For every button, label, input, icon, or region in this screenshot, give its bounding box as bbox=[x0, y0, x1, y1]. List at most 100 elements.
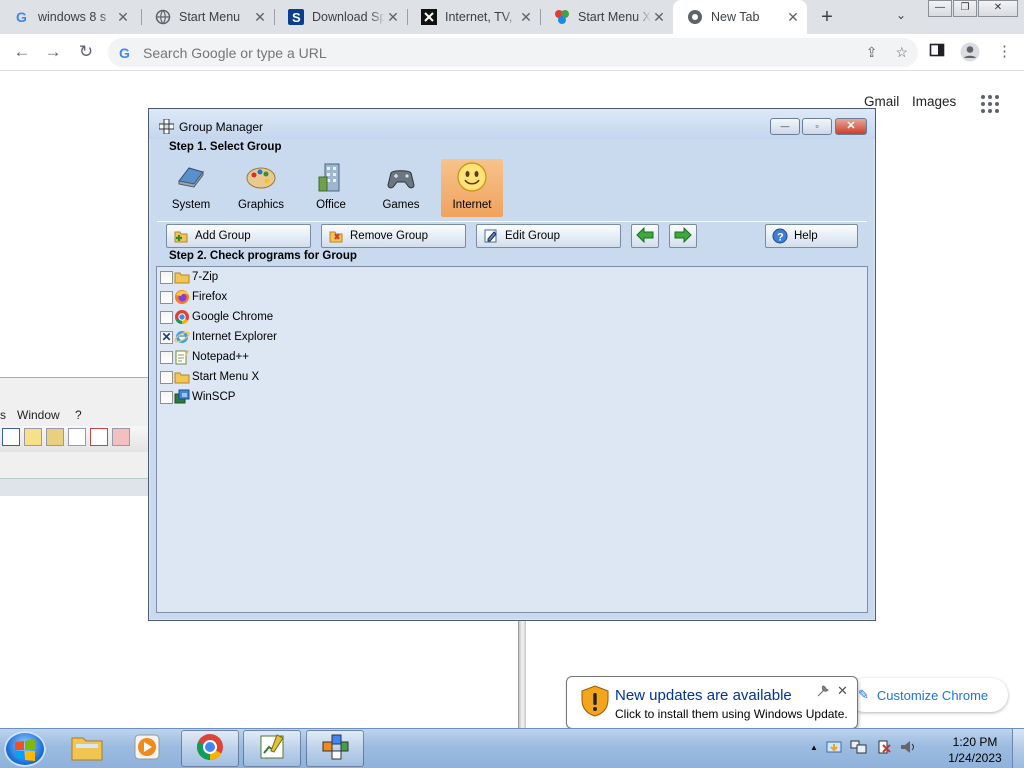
toolbar-icon[interactable] bbox=[90, 428, 108, 446]
help-icon: ? bbox=[772, 228, 788, 244]
close-tab-icon[interactable]: ✕ bbox=[518, 9, 534, 26]
omnibox-input[interactable] bbox=[143, 44, 843, 61]
images-link[interactable]: Images bbox=[912, 94, 956, 109]
group-internet[interactable]: Internet bbox=[441, 159, 503, 217]
tab-search-button[interactable]: ⌄ bbox=[896, 8, 906, 22]
remove-group-button[interactable]: Remove Group bbox=[321, 224, 466, 248]
program-name: WinSCP bbox=[192, 391, 236, 403]
program-name: Start Menu X bbox=[192, 371, 260, 383]
taskbar-group-manager[interactable] bbox=[306, 730, 364, 767]
close-tab-icon[interactable]: ✕ bbox=[651, 9, 667, 26]
checkbox-checked[interactable]: ✕ bbox=[160, 330, 173, 344]
show-hidden-icons-button[interactable]: ▲ bbox=[810, 743, 818, 758]
maximize-button[interactable]: ▫ bbox=[802, 118, 832, 135]
browser-close-button[interactable]: ✕ bbox=[978, 0, 1018, 17]
close-tab-icon[interactable]: ✕ bbox=[115, 9, 131, 26]
profile-avatar-icon[interactable] bbox=[960, 42, 980, 66]
bookmark-star-icon[interactable]: ☆ bbox=[895, 44, 908, 61]
back-arrow-icon[interactable]: ← bbox=[11, 41, 33, 63]
group-office[interactable]: Office bbox=[300, 159, 362, 217]
background-toolbar bbox=[0, 426, 150, 452]
program-list: 7-Zip Firefox Google Chrome ✕ Internet E… bbox=[156, 266, 868, 613]
volume-icon[interactable] bbox=[900, 739, 916, 758]
gmail-link[interactable]: Gmail bbox=[864, 94, 899, 109]
toolbar-icon[interactable] bbox=[46, 428, 64, 446]
checkbox[interactable] bbox=[160, 350, 173, 364]
checkbox[interactable] bbox=[160, 290, 173, 304]
close-tab-icon[interactable]: ✕ bbox=[385, 9, 401, 26]
checkbox[interactable] bbox=[160, 270, 173, 284]
move-left-button[interactable] bbox=[631, 224, 659, 248]
forward-arrow-icon[interactable]: → bbox=[42, 41, 64, 63]
reload-icon[interactable]: ↻ bbox=[75, 41, 97, 63]
list-item[interactable]: 7-Zip bbox=[160, 267, 218, 287]
list-item[interactable]: ✕ Internet Explorer bbox=[160, 327, 277, 347]
background-splitter[interactable] bbox=[518, 620, 526, 728]
google-apps-icon[interactable] bbox=[981, 95, 999, 113]
list-item[interactable]: WinSCP bbox=[160, 387, 235, 407]
toolbar-icon[interactable] bbox=[2, 428, 20, 446]
close-button[interactable]: ✕ bbox=[835, 118, 867, 135]
svg-text:S: S bbox=[292, 10, 301, 25]
clock[interactable]: 1:20 PM 1/24/2023 bbox=[940, 734, 1010, 766]
notification-options-icon[interactable] bbox=[817, 685, 829, 700]
browser-tab[interactable]: Start Menu X ✕ bbox=[540, 0, 673, 34]
browser-tab[interactable]: S Download Sp ✕ bbox=[274, 0, 407, 34]
add-group-button[interactable]: Add Group bbox=[166, 224, 311, 248]
windows-update-icon[interactable] bbox=[826, 739, 842, 758]
taskbar-media-player[interactable] bbox=[118, 730, 176, 767]
help-button[interactable]: ? Help bbox=[765, 224, 858, 248]
checkbox[interactable] bbox=[160, 390, 173, 404]
browser-tab[interactable]: Start Menu ✕ bbox=[141, 0, 274, 34]
toolbar-icon[interactable] bbox=[68, 428, 86, 446]
group-graphics[interactable]: Graphics bbox=[230, 159, 292, 217]
action-center-icon[interactable] bbox=[876, 739, 892, 758]
edit-group-button[interactable]: Edit Group bbox=[476, 224, 621, 248]
share-icon[interactable]: ⇪ bbox=[866, 44, 878, 61]
group-system[interactable]: System bbox=[160, 159, 222, 217]
group-games[interactable]: Games bbox=[370, 159, 432, 217]
list-item[interactable]: Google Chrome bbox=[160, 307, 273, 327]
checkbox[interactable] bbox=[160, 310, 173, 324]
close-tab-icon[interactable]: ✕ bbox=[252, 9, 268, 26]
browser-tab[interactable]: Internet, TV, ✕ bbox=[407, 0, 540, 34]
group-manager-window: Group Manager — ▫ ✕ Step 1. Select Group… bbox=[148, 108, 876, 621]
taskbar-editor[interactable] bbox=[243, 730, 301, 767]
help-label: Help bbox=[794, 230, 818, 242]
start-button[interactable] bbox=[4, 731, 46, 767]
network-icon[interactable] bbox=[850, 739, 868, 758]
show-desktop-button[interactable] bbox=[1012, 729, 1024, 768]
side-panel-icon[interactable] bbox=[929, 42, 945, 62]
move-right-button[interactable] bbox=[669, 224, 697, 248]
close-tab-icon[interactable]: ✕ bbox=[785, 9, 801, 26]
firefox-icon bbox=[174, 289, 190, 305]
taskbar-explorer[interactable] bbox=[58, 730, 116, 767]
browser-tab-active[interactable]: New Tab ✕ bbox=[673, 0, 807, 34]
menu-item-window[interactable]: Window bbox=[17, 408, 60, 422]
group-label: Games bbox=[382, 199, 420, 211]
toolbar-icon[interactable] bbox=[112, 428, 130, 446]
menu-item[interactable]: s bbox=[0, 408, 6, 422]
group-manager-app-icon bbox=[158, 118, 175, 135]
list-item[interactable]: Firefox bbox=[160, 287, 227, 307]
new-tab-button[interactable]: + bbox=[816, 6, 838, 28]
minimize-button[interactable]: — bbox=[770, 118, 800, 135]
menu-item-help[interactable]: ? bbox=[75, 408, 82, 422]
step2-label: Step 2. Check programs for Group bbox=[169, 250, 357, 262]
omnibox[interactable]: G ⇪ ☆ bbox=[108, 38, 918, 67]
update-notification[interactable]: New updates are available Click to insta… bbox=[566, 676, 858, 738]
notification-close-icon[interactable]: ✕ bbox=[837, 683, 848, 699]
browser-tab[interactable]: G windows 8 s ✕ bbox=[0, 0, 137, 34]
list-item[interactable]: Notepad++ bbox=[160, 347, 249, 367]
taskbar-chrome[interactable] bbox=[181, 730, 239, 767]
browser-restore-button[interactable]: ❐ bbox=[953, 0, 977, 17]
globe-icon bbox=[155, 9, 171, 25]
browser-minimize-button[interactable]: — bbox=[928, 0, 952, 17]
toolbar-icon[interactable] bbox=[24, 428, 42, 446]
group-manager-app-icon bbox=[320, 732, 350, 765]
customize-chrome-button[interactable]: ✎ Customize Chrome bbox=[848, 678, 1008, 712]
list-item[interactable]: Start Menu X bbox=[160, 367, 259, 387]
chrome-menu-icon[interactable]: ⋮ bbox=[997, 42, 1012, 60]
checkbox[interactable] bbox=[160, 370, 173, 384]
group-manager-titlebar[interactable]: Group Manager — ▫ ✕ bbox=[149, 109, 875, 139]
